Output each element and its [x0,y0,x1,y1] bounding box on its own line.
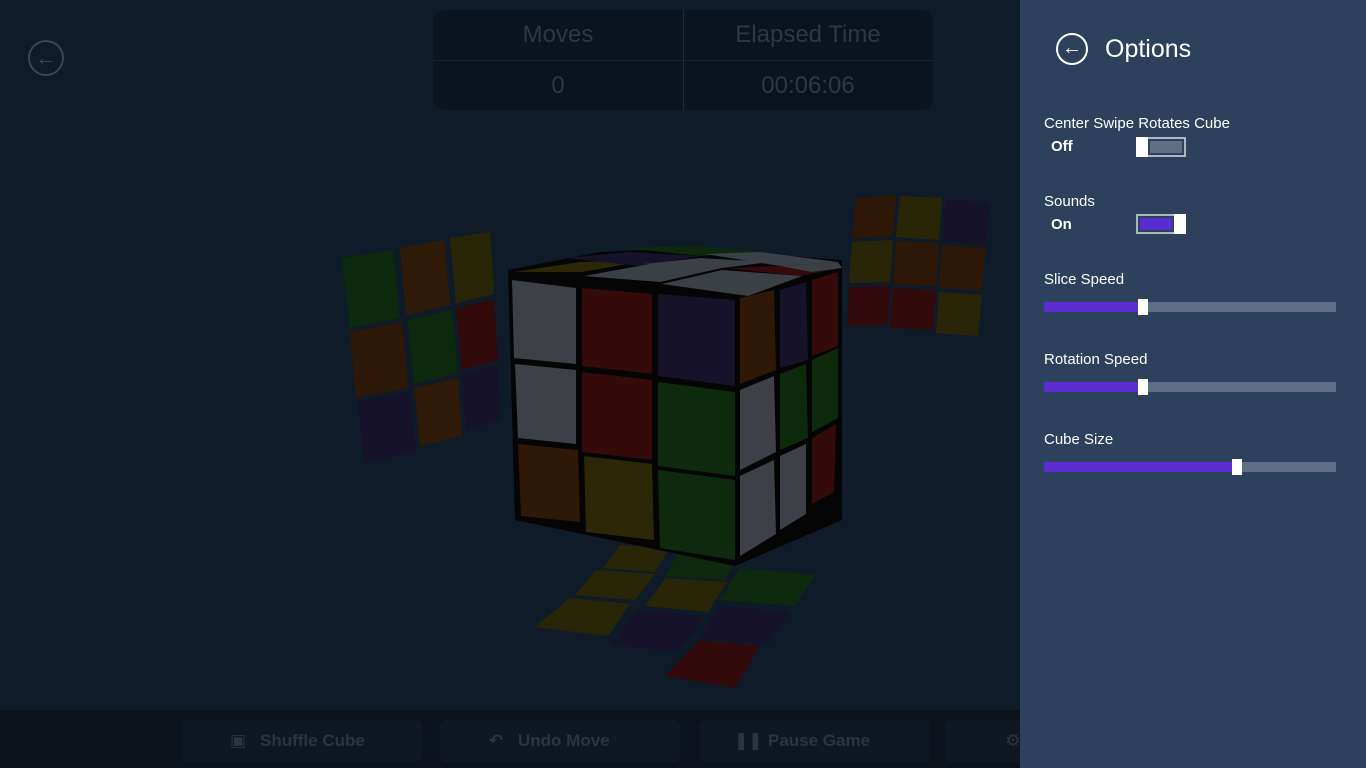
slider-thumb[interactable] [1138,379,1149,395]
toggle-thumb[interactable] [1136,137,1148,157]
pause-game-button[interactable]: ❚❚ Pause Game [700,720,930,762]
sounds-toggle[interactable] [1136,214,1186,234]
cube-size-label: Cube Size [1044,431,1114,448]
toggle-fill [1140,218,1172,230]
rubiks-cube [508,246,842,566]
center-swipe-state: Off [1051,138,1073,155]
cube-size-slider[interactable] [1044,459,1336,475]
toggle-thumb[interactable] [1174,214,1186,234]
rotation-speed-label: Rotation Speed [1044,351,1148,368]
slice-speed-label: Slice Speed [1044,271,1125,288]
slider-fill [1044,382,1144,392]
shuffle-cube-label: Shuffle Cube [260,731,365,750]
toggle-fill [1150,141,1182,153]
options-flyout: ← Options Center Swipe Rotates Cube Off … [1020,0,1366,768]
pause-icon: ❚❚ [734,731,763,750]
slider-fill [1044,462,1237,472]
center-swipe-label: Center Swipe Rotates Cube [1044,115,1230,132]
sounds-state: On [1051,216,1072,233]
rubiks-cube-icon: ▣ [229,731,247,750]
app-bar: ▣ Shuffle Cube ↶ Undo Move ❚❚ Pause Game ⚙ [0,710,1025,768]
undo-icon: ↶ [488,731,504,750]
rotation-speed-slider[interactable] [1044,379,1336,395]
settings-button[interactable]: ⚙ [945,720,1025,762]
arrow-left-icon[interactable]: ← [1056,33,1088,65]
slider-thumb[interactable] [1231,459,1242,475]
sounds-label: Sounds [1044,193,1095,210]
undo-move-button[interactable]: ↶ Undo Move [440,720,680,762]
undo-move-label: Undo Move [518,731,610,750]
left-mirror-face [342,232,500,462]
shuffle-cube-button[interactable]: ▣ Shuffle Cube [182,720,422,762]
right-mirror-face [847,195,990,336]
center-swipe-toggle[interactable] [1136,137,1186,157]
cube-3d-view[interactable] [0,0,1020,710]
options-title: Options [1105,35,1192,63]
slider-thumb[interactable] [1138,299,1149,315]
bottom-mirror-face [535,545,815,688]
slice-speed-slider[interactable] [1044,299,1336,315]
pause-game-label: Pause Game [768,731,871,750]
game-area[interactable]: ← Moves 0 Elapsed Time 00:06:06 ▣ Shuffl… [0,0,1025,768]
slider-fill [1044,302,1144,312]
